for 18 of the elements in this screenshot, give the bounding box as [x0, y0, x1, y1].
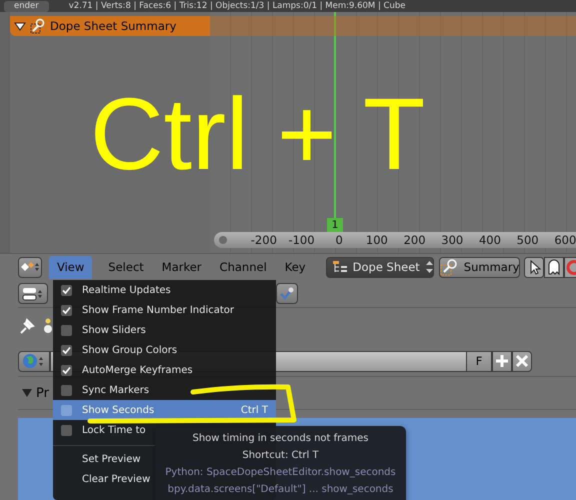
shortcut-caption: Ctrl + T	[90, 76, 426, 193]
scene-stats: v2.71 | Verts:8 | Faces:6 | Tris:12 | Objects:1/3 | Lamps:0/1 | Mem:9.60M | Cube	[68, 1, 406, 11]
ruler-tick: 100	[364, 233, 389, 247]
ruler-tick: -200	[250, 233, 278, 247]
python-path: Python: SpaceDopeSheetEditor.show_seconds	[165, 466, 396, 480]
ruler-tick: -100	[287, 233, 316, 247]
ruler-tick: 300	[440, 233, 464, 247]
panel-title: Pr	[36, 386, 49, 400]
ruler-tick: 600	[553, 233, 576, 247]
channel-label: Dope Sheet Summary	[50, 19, 176, 33]
ruler-tick: 0	[334, 233, 344, 247]
ruler-tick: 500	[516, 233, 540, 247]
ruler-tick: 200	[402, 233, 427, 247]
python-path: bpy.data.screens["Default"] ... show_seconds	[168, 483, 394, 497]
ruler-tick: 400	[478, 233, 502, 247]
tooltip-description: Show timing in seconds not frames	[192, 432, 368, 446]
shortcut-hint: Shortcut: Ctrl T	[242, 449, 319, 463]
current-frame: 1	[327, 218, 343, 232]
